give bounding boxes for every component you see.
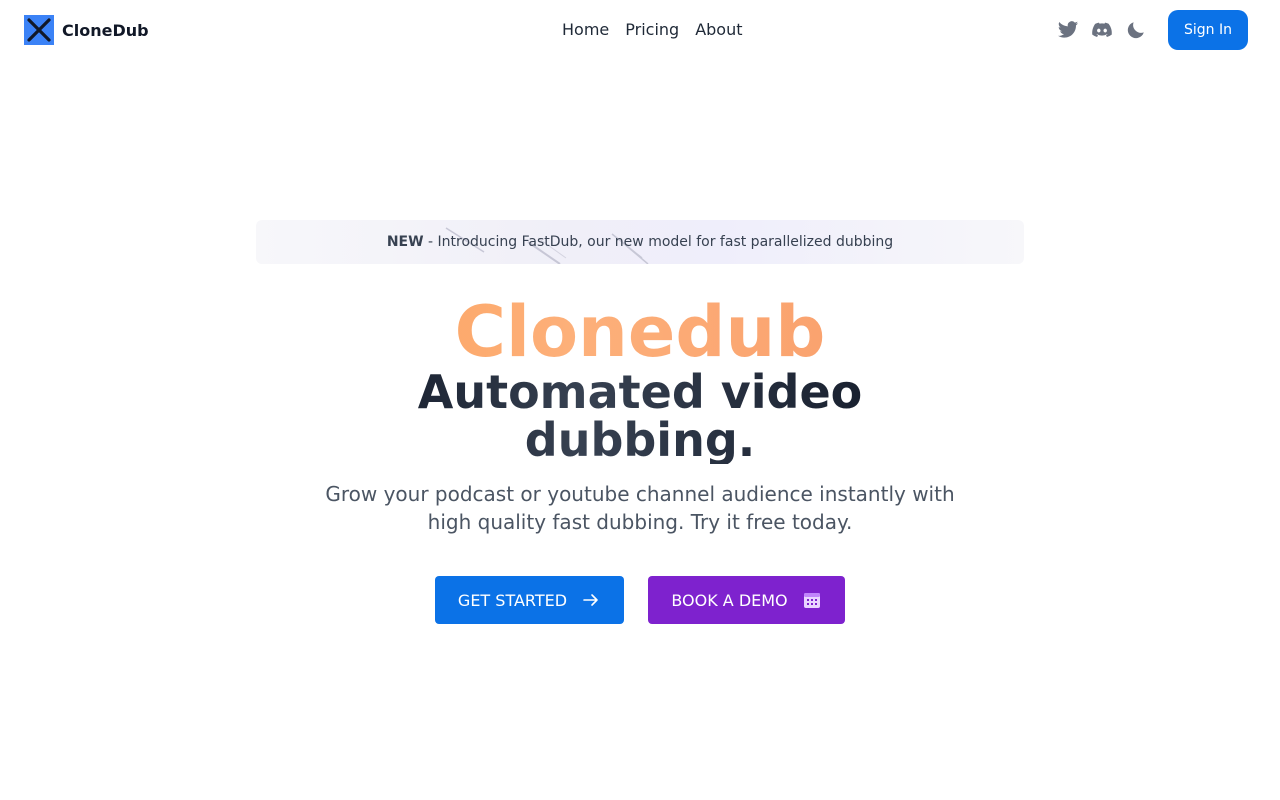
nav-pricing[interactable]: Pricing <box>625 20 679 40</box>
arrow-right-icon <box>583 594 598 606</box>
hero-title: Automated video dubbing. <box>340 368 940 464</box>
nav-home[interactable]: Home <box>562 20 609 40</box>
sign-in-button[interactable]: Sign In <box>1168 10 1248 50</box>
announcement-banner[interactable]: NEW - Introducing FastDub, our new model… <box>256 220 1024 264</box>
banner-message: - Introducing FastDub, our new model for… <box>423 234 894 250</box>
main-nav: Home Pricing About <box>562 20 743 40</box>
discord-icon[interactable] <box>1090 18 1114 42</box>
hero-brand: Clonedub <box>0 296 1280 368</box>
get-started-label: GET STARTED <box>457 590 568 610</box>
nav-about[interactable]: About <box>695 20 742 40</box>
book-demo-button[interactable]: BOOK A DEMO <box>648 576 845 624</box>
hero-subtitle: Grow your podcast or youtube channel aud… <box>325 482 955 534</box>
brand-link[interactable]: CloneDub <box>24 15 149 45</box>
banner-text: NEW - Introducing FastDub, our new model… <box>387 234 893 250</box>
site-header: CloneDub Home Pricing About Sign In <box>0 0 1280 60</box>
clonedub-logo-icon <box>24 15 54 45</box>
book-demo-label: BOOK A DEMO <box>671 590 788 610</box>
calendar-icon <box>803 593 820 608</box>
banner-new-tag: NEW <box>386 234 424 250</box>
get-started-button[interactable]: GET STARTED <box>435 576 624 624</box>
brand-name: CloneDub <box>62 20 149 40</box>
twitter-icon[interactable] <box>1056 18 1080 42</box>
moon-icon[interactable] <box>1124 18 1148 42</box>
header-icons <box>1056 18 1148 42</box>
